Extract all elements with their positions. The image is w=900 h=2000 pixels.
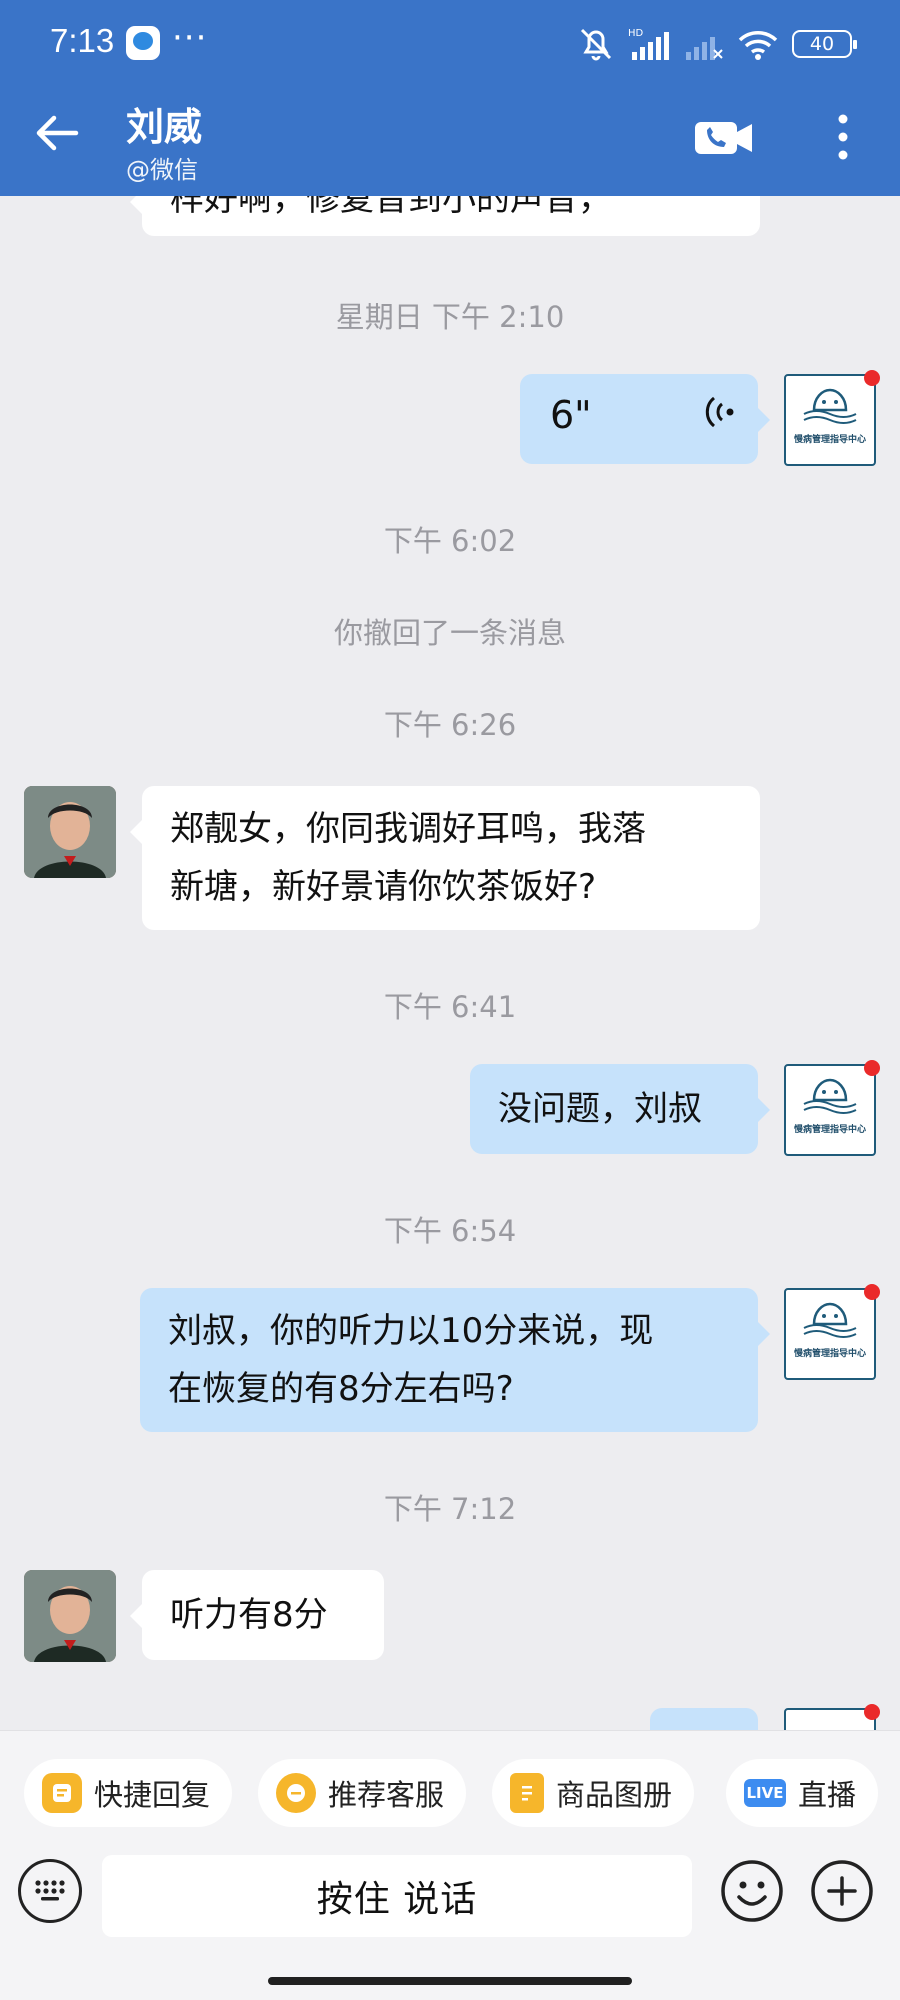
my-avatar[interactable] <box>784 1704 880 1730</box>
quick-reply-icon <box>42 1773 82 1813</box>
svg-text:HD: HD <box>628 28 644 39</box>
logo-caption: 慢病管理指导中心 <box>793 1349 866 1359</box>
timestamp: 下午 6:41 <box>383 990 517 1024</box>
my-avatar[interactable]: 慢病管理指导中心 <box>784 1060 880 1156</box>
signal-hd-icon: HD <box>628 28 669 60</box>
app-notification-icon <box>126 26 160 60</box>
live-chip[interactable]: LIVE 直播 <box>726 1759 879 1827</box>
chip-label: 推荐客服 <box>328 1778 445 1812</box>
logo-caption: 慢病管理指导中心 <box>793 435 866 445</box>
quick-reply-chip[interactable]: 快捷回复 <box>24 1759 233 1827</box>
timestamp: 下午 6:54 <box>383 1214 517 1248</box>
video-call-icon[interactable] <box>694 118 754 158</box>
recall-notice: 你撤回了一条消息 <box>333 616 566 650</box>
clinic-logo-icon <box>803 1302 857 1338</box>
battery-level: 40 <box>809 33 835 55</box>
chip-label: 直播 <box>798 1778 857 1812</box>
message-bubble-partial[interactable] <box>650 1708 758 1730</box>
wifi-icon <box>738 31 778 60</box>
contact-avatar[interactable] <box>24 1570 116 1662</box>
top-bar: 7:13 ··· HD 40 刘威 @微信 <box>0 0 900 196</box>
timestamp: 下午 7:12 <box>383 1492 517 1526</box>
message-text: 样好啊，修复音到小的声音， <box>170 196 612 219</box>
bottom-panel: 快捷回复 推荐客服 商品图册 LIVE 直播 按住 说话 <box>0 1730 900 2000</box>
my-avatar[interactable]: 慢病管理指导中心 <box>784 370 880 466</box>
message-text: 郑靓女，你同我调好耳鸣，我落 新塘，新好景请你饮茶饭好? <box>170 809 646 907</box>
my-avatar[interactable]: 慢病管理指导中心 <box>784 1284 880 1380</box>
message-text: 听力有8分 <box>170 1595 328 1635</box>
timestamp: 下午 6:02 <box>383 524 517 558</box>
more-notifications-icon: ··· <box>172 18 208 58</box>
plus-icon[interactable] <box>810 1859 874 1923</box>
unread-dot <box>864 1284 880 1300</box>
contact-name[interactable]: 刘威 <box>126 96 202 151</box>
voice-wave-icon <box>705 396 734 428</box>
battery-icon: 40 <box>792 30 857 58</box>
keyboard-icon <box>35 1880 65 1901</box>
clinic-logo-icon <box>803 1078 857 1114</box>
message-bubble[interactable]: 听力有8分 <box>130 1570 384 1660</box>
emoji-icon[interactable] <box>720 1859 784 1923</box>
timestamp: 下午 6:26 <box>383 708 517 742</box>
status-icons: HD 40 <box>576 24 857 64</box>
live-icon: LIVE <box>744 1779 786 1807</box>
chip-label: 快捷回复 <box>94 1778 211 1812</box>
unread-dot <box>864 1704 880 1720</box>
hold-to-talk-button[interactable]: 按住 说话 <box>102 1855 692 1937</box>
unread-dot <box>864 370 880 386</box>
keyboard-toggle-button[interactable] <box>18 1859 82 1923</box>
contact-photo <box>24 1570 116 1662</box>
status-time: 7:13 <box>50 22 115 59</box>
signal-weak-icon <box>686 37 723 60</box>
message-bubble-partial[interactable]: 样好啊，修复音到小的声音， <box>130 196 760 236</box>
status-bar: 7:13 ··· HD 40 <box>0 0 900 88</box>
message-bubble[interactable]: 刘叔，你的听力以10分来说，现 在恢复的有8分左右吗? <box>140 1288 770 1432</box>
voice-duration: 6" <box>550 393 592 437</box>
message-text: 没问题，刘叔 <box>498 1089 702 1129</box>
logo-caption: 慢病管理指导中心 <box>793 1125 866 1135</box>
more-menu-icon[interactable] <box>830 112 856 162</box>
recommend-service-icon <box>276 1773 316 1813</box>
voice-message-bubble[interactable]: 6" <box>520 374 770 464</box>
timestamp: 星期日 下午 2:10 <box>335 300 565 334</box>
message-text: 刘叔，你的听力以10分来说，现 在恢复的有8分左右吗? <box>168 1311 654 1409</box>
clinic-logo-icon <box>803 388 857 424</box>
contact-source: @微信 <box>126 156 198 184</box>
contact-avatar[interactable] <box>24 786 116 878</box>
message-bubble[interactable]: 没问题，刘叔 <box>470 1064 770 1154</box>
recommend-service-chip[interactable]: 推荐客服 <box>258 1759 467 1827</box>
message-bubble[interactable]: 郑靓女，你同我调好耳鸣，我落 新塘，新好景请你饮茶饭好? <box>130 786 760 930</box>
mute-icon <box>580 28 612 61</box>
product-album-chip[interactable]: 商品图册 <box>492 1759 695 1827</box>
chat-message-list[interactable]: 样好啊，修复音到小的声音， 星期日 下午 2:10 6" 慢病管理指导中心 下午… <box>0 196 900 1730</box>
contact-photo <box>24 786 116 878</box>
product-album-icon <box>510 1773 544 1813</box>
back-arrow-icon[interactable] <box>32 108 82 158</box>
unread-dot <box>864 1060 880 1076</box>
chip-label: 商品图册 <box>556 1778 673 1812</box>
home-indicator[interactable] <box>268 1977 632 1985</box>
